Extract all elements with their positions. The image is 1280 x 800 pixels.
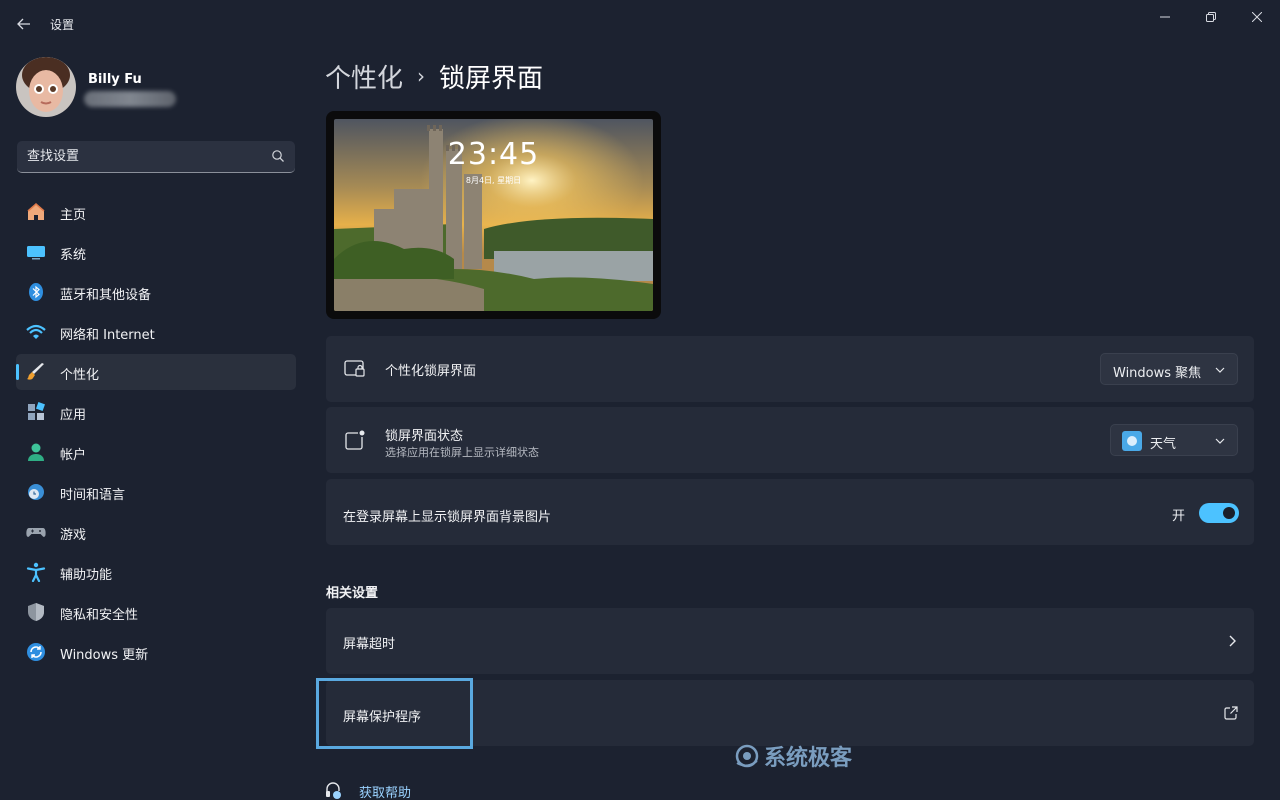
watermark-logo-icon bbox=[735, 744, 759, 768]
watermark: 系统极客 bbox=[734, 742, 853, 771]
sidebar-item-label: 隐私和安全性 bbox=[60, 608, 139, 623]
toggle-knob bbox=[1223, 507, 1235, 519]
sidebar-item-privacy[interactable]: 隐私和安全性 bbox=[16, 594, 296, 630]
minimize-button[interactable] bbox=[1142, 2, 1188, 32]
close-button[interactable] bbox=[1234, 2, 1280, 32]
highlight-frame bbox=[316, 678, 473, 749]
status-icon bbox=[345, 430, 365, 450]
breadcrumb: 个性化 › 锁屏界面 bbox=[325, 56, 543, 96]
brush-icon bbox=[27, 363, 44, 380]
sidebar-item-label: 主页 bbox=[60, 208, 87, 223]
app-title: 设置 bbox=[50, 18, 75, 32]
toggle-state-label: 开 bbox=[1172, 509, 1186, 524]
minimize-icon bbox=[1160, 16, 1170, 18]
sidebar-item-apps[interactable]: 应用 bbox=[16, 394, 296, 430]
screen-timeout-link[interactable]: 屏幕超时 bbox=[326, 608, 1254, 674]
lock-screen-status-subtitle: 选择应用在锁屏上显示详细状态 bbox=[385, 446, 539, 459]
sidebar-item-label: 蓝牙和其他设备 bbox=[60, 288, 152, 303]
page-title: 锁屏界面 bbox=[439, 63, 544, 94]
lock-screen-icon bbox=[344, 360, 365, 377]
user-profile[interactable]: Billy Fu bbox=[16, 57, 296, 117]
sidebar-item-label: 游戏 bbox=[60, 528, 87, 543]
home-icon bbox=[27, 203, 45, 220]
breadcrumb-parent[interactable]: 个性化 bbox=[325, 58, 403, 95]
sidebar-item-label: 个性化 bbox=[60, 368, 100, 383]
preview-image: 23:45 8月4日, 星期日 bbox=[334, 119, 653, 311]
login-background-card: 在登录屏幕上显示锁屏界面背景图片 开 bbox=[326, 479, 1254, 545]
preview-time: 23:45 bbox=[447, 137, 540, 172]
sidebar-item-home[interactable]: 主页 bbox=[16, 194, 296, 230]
login-background-title: 在登录屏幕上显示锁屏界面背景图片 bbox=[343, 510, 552, 525]
system-icon bbox=[27, 246, 45, 260]
sidebar-item-windows-update[interactable]: Windows 更新 bbox=[16, 634, 296, 670]
weather-icon bbox=[1122, 431, 1142, 451]
sidebar-item-label: 网络和 Internet bbox=[60, 328, 155, 343]
shield-icon bbox=[28, 603, 44, 621]
lock-background-dropdown[interactable]: Windows 聚焦 bbox=[1100, 353, 1238, 385]
sidebar-item-system[interactable]: 系统 bbox=[16, 234, 296, 270]
clock-globe-icon bbox=[28, 484, 44, 500]
avatar bbox=[16, 57, 76, 117]
close-icon bbox=[1252, 12, 1262, 22]
restore-icon bbox=[1206, 12, 1216, 22]
update-icon bbox=[27, 643, 45, 661]
sidebar-item-time-language[interactable]: 时间和语言 bbox=[16, 474, 296, 510]
bluetooth-icon bbox=[29, 283, 43, 301]
watermark-text: 系统极客 bbox=[764, 746, 853, 771]
lock-screen-status-title: 锁屏界面状态 bbox=[385, 429, 464, 444]
get-help[interactable]: 获取帮助 bbox=[325, 780, 411, 800]
user-name: Billy Fu bbox=[88, 72, 142, 87]
back-button[interactable] bbox=[10, 10, 38, 38]
sidebar-item-label: Windows 更新 bbox=[60, 648, 149, 663]
search-icon bbox=[272, 150, 284, 162]
lock-screen-status-card: 锁屏界面状态 选择应用在锁屏上显示详细状态 天气 bbox=[326, 407, 1254, 473]
wifi-icon bbox=[26, 324, 46, 339]
sidebar-item-accounts[interactable]: 帐户 bbox=[16, 434, 296, 470]
screen-timeout-title: 屏幕超时 bbox=[343, 637, 396, 652]
chevron-right-icon bbox=[1229, 635, 1236, 647]
login-background-toggle[interactable] bbox=[1199, 503, 1239, 523]
breadcrumb-separator: › bbox=[417, 64, 426, 88]
sidebar-item-label: 应用 bbox=[60, 408, 87, 423]
apps-icon bbox=[28, 402, 45, 420]
title-bar: 设置 bbox=[0, 0, 1280, 46]
sidebar-item-label: 系统 bbox=[60, 248, 87, 263]
lock-status-dropdown[interactable]: 天气 bbox=[1110, 424, 1238, 456]
search-box[interactable] bbox=[17, 141, 295, 173]
chevron-down-icon bbox=[1215, 438, 1225, 444]
help-icon bbox=[326, 782, 341, 799]
accessibility-icon bbox=[26, 562, 46, 582]
chevron-down-icon bbox=[1215, 367, 1225, 373]
search-input[interactable] bbox=[27, 141, 267, 172]
related-settings-heading: 相关设置 bbox=[326, 586, 379, 601]
sidebar-item-gaming[interactable]: 游戏 bbox=[16, 514, 296, 550]
sidebar-item-accessibility[interactable]: 辅助功能 bbox=[16, 554, 296, 590]
sidebar-item-personalization[interactable]: 个性化 bbox=[16, 354, 296, 390]
personalize-lock-screen-card: 个性化锁屏界面 Windows 聚焦 bbox=[326, 336, 1254, 402]
lock-screen-preview: 23:45 8月4日, 星期日 bbox=[326, 111, 661, 319]
preview-date: 8月4日, 星期日 bbox=[465, 176, 522, 185]
sidebar-item-network[interactable]: 网络和 Internet bbox=[16, 314, 296, 350]
get-help-link[interactable]: 获取帮助 bbox=[359, 782, 411, 800]
dropdown-value: Windows 聚焦 bbox=[1113, 366, 1202, 381]
account-icon bbox=[28, 443, 44, 461]
sidebar-item-bluetooth[interactable]: 蓝牙和其他设备 bbox=[16, 274, 296, 310]
restore-button[interactable] bbox=[1188, 2, 1234, 32]
gamepad-icon bbox=[26, 528, 46, 537]
sidebar-item-label: 时间和语言 bbox=[60, 488, 126, 503]
external-link-icon bbox=[1224, 706, 1238, 720]
sidebar-item-label: 辅助功能 bbox=[60, 568, 113, 583]
personalize-lock-screen-title: 个性化锁屏界面 bbox=[385, 364, 477, 379]
user-email-redacted bbox=[84, 91, 176, 107]
sidebar-item-label: 帐户 bbox=[60, 448, 87, 463]
back-arrow-icon bbox=[17, 18, 30, 30]
sidebar-nav: 主页 系统 蓝牙和其他设备 网络和 Internet 个性化 应用 帐户 时间和… bbox=[16, 194, 296, 674]
dropdown-value: 天气 bbox=[1150, 437, 1177, 452]
